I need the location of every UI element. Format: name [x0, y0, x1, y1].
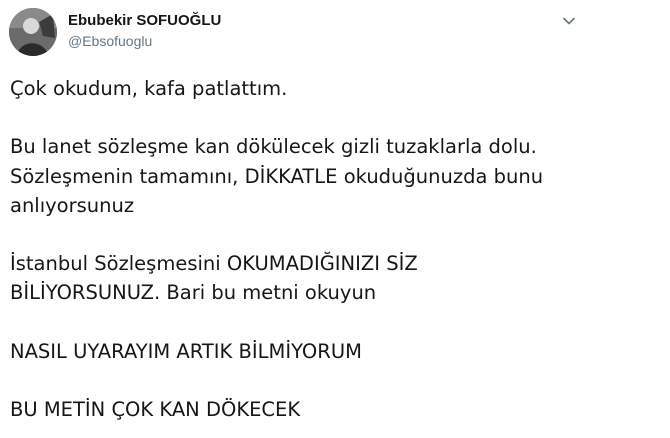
tweet-paragraph: İstanbul Sözleşmesini OKUMADIĞINIZI SİZ … — [10, 249, 660, 307]
tweet-line: Bu lanet sözleşme kan dökülecek gizli tu… — [10, 135, 537, 159]
tweet-line: anlıyorsunuz — [10, 193, 135, 217]
tweet-text: Çok okudum, kafa patlattım. Bu lanet söz… — [10, 74, 660, 438]
author-handle[interactable]: @Ebsofuoglu — [68, 33, 152, 50]
profile-photo-icon — [9, 8, 57, 56]
tweet-paragraph: Çok okudum, kafa patlattım. — [10, 74, 660, 103]
author-display-name[interactable]: Ebubekir SOFUOĞLU — [68, 12, 221, 30]
tweet-line: Çok okudum, kafa patlattım. — [10, 77, 288, 100]
tweet-line: BU METİN ÇOK KAN DÖKECEK — [10, 398, 301, 422]
tweet-line: Sözleşmenin tamamını, DİKKATLE okuduğunu… — [10, 164, 544, 188]
tweet-line: İstanbul Sözleşmesini OKUMADIĞINIZI SİZ — [10, 252, 418, 276]
author-avatar[interactable] — [9, 8, 57, 56]
tweet-line: BİLİYORSUNUZ. Bari bu metni okuyun — [10, 281, 377, 305]
tweet-line: NASIL UYARAYIM ARTIK BİLMİYORUM — [10, 339, 362, 363]
chevron-down-icon — [563, 17, 575, 25]
tweet-paragraph: BU METİN ÇOK KAN DÖKECEK — [10, 395, 660, 424]
tweet-card: Ebubekir SOFUOĞLU @Ebsofuoglu Çok okudum… — [0, 0, 670, 438]
tweet-paragraph: NASIL UYARAYIM ARTIK BİLMİYORUM — [10, 337, 660, 366]
tweet-menu-button[interactable] — [559, 11, 579, 31]
tweet-paragraph: Bu lanet sözleşme kan dökülecek gizli tu… — [10, 132, 660, 220]
